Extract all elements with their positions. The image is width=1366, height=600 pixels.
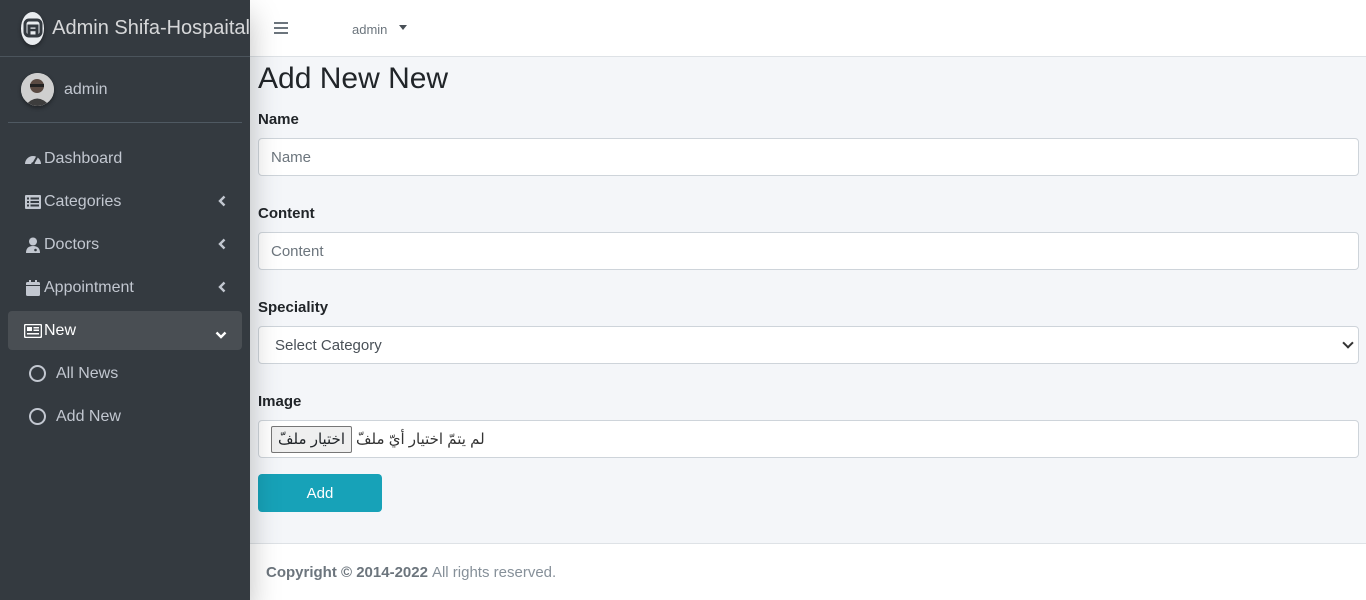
sidebar: Admin Shifa-Hospaital admin Dashboard Ca… bbox=[0, 0, 250, 600]
sidebar-subitem-add-new[interactable]: Add New bbox=[8, 397, 242, 436]
content-input[interactable]: Content bbox=[258, 232, 1359, 270]
image-file-input[interactable]: اختيار ملفّ لم يتمّ اختيار أيّ ملفّ bbox=[258, 420, 1359, 458]
sidebar-nav: Dashboard Categories Doctors Appointment… bbox=[0, 139, 250, 436]
sidebar-item-appointment[interactable]: Appointment bbox=[8, 268, 242, 307]
sidebar-item-label: Dashboard bbox=[44, 149, 123, 167]
main-content: Add New New Name Name Content Content Sp… bbox=[258, 57, 1359, 512]
content-placeholder: Content bbox=[271, 242, 324, 260]
sidebar-item-categories[interactable]: Categories bbox=[8, 182, 242, 221]
list-icon bbox=[24, 193, 42, 211]
top-navbar: admin bbox=[250, 0, 1366, 57]
sidebar-subitem-label: All News bbox=[56, 364, 119, 382]
name-label: Name bbox=[258, 111, 299, 128]
avatar bbox=[21, 73, 54, 106]
speciality-selected: Select Category bbox=[275, 336, 382, 354]
sidebar-user-name[interactable]: admin bbox=[64, 81, 108, 99]
menu-toggle-icon[interactable] bbox=[274, 19, 288, 37]
chevron-left-icon bbox=[218, 280, 226, 298]
sidebar-item-label: Appointment bbox=[44, 278, 134, 296]
sidebar-item-label: Doctors bbox=[44, 235, 100, 253]
choose-file-button[interactable]: اختيار ملفّ bbox=[271, 425, 353, 453]
sidebar-subitem-label: Add New bbox=[56, 407, 121, 425]
sidebar-item-doctors[interactable]: Doctors bbox=[8, 225, 242, 264]
sidebar-item-label: Categories bbox=[44, 192, 122, 210]
sidebar-item-dashboard[interactable]: Dashboard bbox=[8, 139, 242, 178]
brand-link[interactable]: Admin Shifa-Hospaital bbox=[0, 0, 250, 57]
circle-icon bbox=[29, 408, 46, 425]
user-panel[interactable]: admin bbox=[8, 57, 242, 123]
chevron-down-icon bbox=[1342, 337, 1354, 349]
speciality-label: Speciality bbox=[258, 299, 329, 316]
chevron-left-icon bbox=[218, 194, 226, 212]
content-label: Content bbox=[258, 205, 315, 222]
calendar-icon bbox=[24, 279, 42, 297]
name-placeholder: Name bbox=[271, 148, 312, 166]
user-doctor-icon bbox=[24, 236, 42, 254]
tachometer-icon bbox=[24, 150, 42, 168]
brand-logo-icon bbox=[21, 11, 45, 45]
image-label: Image bbox=[258, 393, 302, 410]
footer: Copyright © 2014-2022 All rights reserve… bbox=[250, 543, 1366, 600]
brand-title: Admin Shifa-Hospaital bbox=[52, 16, 250, 39]
user-dropdown-label: admin bbox=[352, 21, 388, 37]
footer-rights: All rights reserved. bbox=[431, 563, 557, 581]
speciality-select[interactable]: Select Category bbox=[258, 326, 1359, 364]
add-button[interactable]: Add bbox=[258, 474, 382, 512]
sidebar-item-label: New bbox=[44, 321, 77, 339]
user-dropdown[interactable]: admin bbox=[352, 21, 408, 37]
circle-icon bbox=[29, 365, 46, 382]
footer-copyright: Copyright © 2014-2022 bbox=[266, 563, 428, 581]
caret-down-icon bbox=[399, 24, 408, 30]
chevron-left-icon bbox=[218, 237, 226, 255]
sidebar-item-new[interactable]: New bbox=[8, 311, 242, 350]
file-status: لم يتمّ اختيار أيّ ملفّ bbox=[356, 431, 485, 448]
page-title: Add New New bbox=[258, 62, 449, 95]
sidebar-subitem-all-news[interactable]: All News bbox=[8, 354, 242, 393]
chevron-down-icon bbox=[215, 326, 227, 344]
newspaper-icon bbox=[24, 322, 42, 340]
name-input[interactable]: Name bbox=[258, 138, 1359, 176]
